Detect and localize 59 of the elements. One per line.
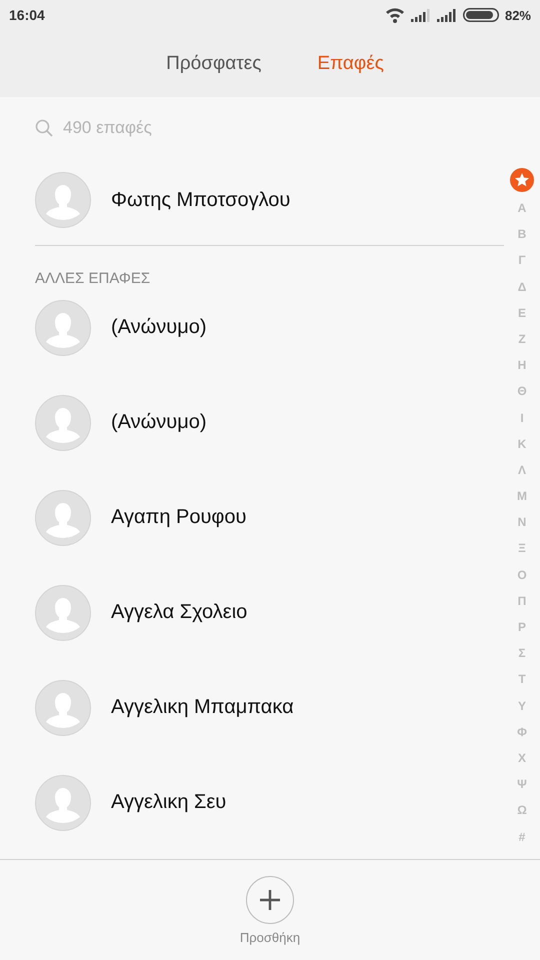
index-letter[interactable]: Π [518,588,526,614]
index-letter[interactable]: Β [518,221,526,248]
contact-item[interactable]: Αγαπη Ρουφου [35,470,504,565]
index-letter[interactable]: Γ [518,247,526,274]
contact-name: Αγγελικη Μπαμπακα [111,696,294,719]
signal-icon [436,8,457,22]
index-letter[interactable]: Δ [518,274,526,300]
contact-item[interactable]: Αγγελικη Σευ [35,755,504,850]
index-letter[interactable]: Σ [518,640,526,666]
index-letter[interactable]: Κ [518,430,526,457]
avatar-icon [35,490,91,546]
index-letter[interactable]: Ρ [518,614,526,640]
contact-name: Αγγελικη Σευ [111,791,226,814]
index-letter[interactable]: Η [518,352,526,378]
battery-icon [462,8,499,22]
avatar-icon [35,584,91,640]
index-letter[interactable]: Χ [518,744,526,772]
index-letter[interactable]: Ψ [517,771,527,798]
section-header: ΑΛΛΕΣ ΕΠΑΦΕΣ [35,269,152,289]
index-letter[interactable]: Φ [517,718,527,745]
index-letter[interactable]: Ξ [518,535,526,562]
contact-name: (Ανώνυμο) [111,316,206,339]
wifi-icon [384,7,405,23]
avatar-icon [35,774,91,830]
index-letter[interactable]: Λ [518,456,526,484]
index-letter[interactable]: Υ [518,692,526,719]
index-letter[interactable]: Τ [518,666,526,693]
tab[interactable]: Πρόσφατες [164,48,264,78]
index-letter[interactable]: Ο [517,562,527,588]
plus-icon [259,889,281,911]
signal-icon [410,8,431,22]
contact-name: (Ανώνυμο) [111,411,206,434]
index-letter[interactable]: # [518,824,526,850]
contact-item[interactable]: Φωτης Μποτσογλου [35,159,504,241]
index-letter[interactable]: Μ [517,483,527,510]
contact-item[interactable]: (Ανώνυμο) [35,375,504,470]
search-field[interactable]: 490 επαφές [63,118,263,138]
tab[interactable]: Επαφές [315,48,386,78]
contact-item[interactable]: Αγγελικη Μπαμπακα [35,660,504,755]
index-letter[interactable]: Ε [518,300,526,326]
status-time: 16:04 [9,7,45,23]
avatar-icon [35,300,91,356]
index-letter[interactable]: Ν [518,509,526,536]
avatar-icon [35,680,91,736]
contact-name: Αγαπη Ρουφου [111,506,246,529]
battery-percent: 82% [504,8,531,22]
add-button[interactable] [246,876,294,924]
index-letter[interactable]: Θ [517,378,527,404]
search-icon [35,119,53,137]
index-letter[interactable]: Ι [520,404,524,431]
index-letter[interactable]: Α [518,195,526,222]
index-letter[interactable]: Ω [517,797,527,824]
contact-item[interactable]: Αγγελα Σχολειο [35,565,504,660]
contact-name: Αγγελα Σχολειο [111,601,248,624]
add-label: Προσθήκη [240,930,300,945]
contact-name: Φωτης Μποτσογλου [111,188,290,212]
avatar-icon [35,394,91,450]
index-letter[interactable]: Ζ [518,326,526,352]
avatar-icon [35,172,91,228]
